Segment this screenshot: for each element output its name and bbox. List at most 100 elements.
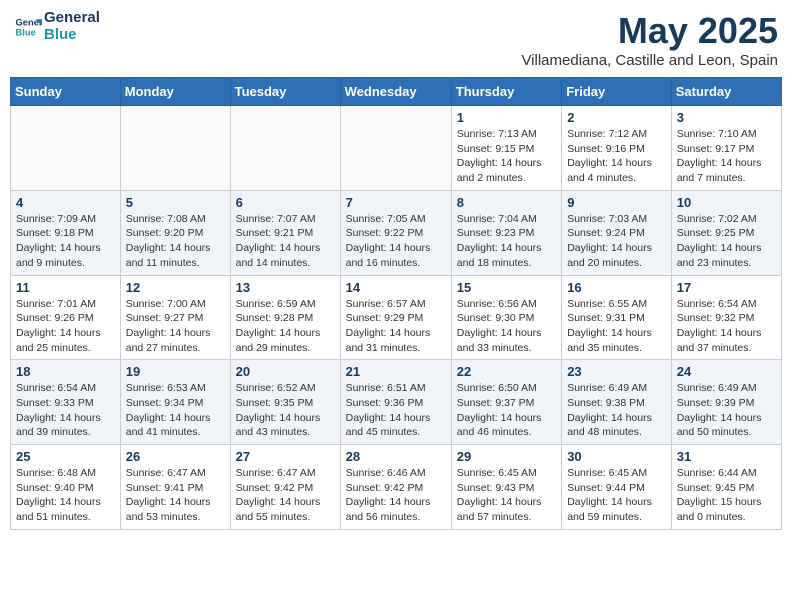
calendar-week-row: 4 Sunrise: 7:09 AMSunset: 9:18 PMDaylight… xyxy=(11,190,782,275)
calendar-day-3: 3Sunrise: 7:10 AMSunset: 9:17 PMDaylight… xyxy=(671,106,781,191)
calendar-day-28: 28 Sunrise: 6:46 AMSunset: 9:42 PMDayligh… xyxy=(340,445,451,530)
calendar-day-10: 10 Sunrise: 7:02 AMSunset: 9:25 PMDayligh… xyxy=(671,190,781,275)
day-info: Sunrise: 6:51 AMSunset: 9:36 PMDaylight:… xyxy=(346,381,446,440)
calendar-day-7: 7Sunrise: 7:05 AMSunset: 9:22 PMDaylight… xyxy=(340,190,451,275)
location-subtitle: Villamediana, Castille and Leon, Spain xyxy=(521,52,778,69)
calendar-week-row: 1 Sunrise: 7:13 AMSunset: 9:15 PMDaylight… xyxy=(11,106,782,191)
calendar-day-13: 13 Sunrise: 6:59 AMSunset: 9:28 PMDayligh… xyxy=(230,275,340,360)
day-info: Sunrise: 6:54 AMSunset: 9:32 PMDaylight:… xyxy=(677,297,776,356)
day-number: 16 xyxy=(567,280,666,295)
day-number: 14 xyxy=(346,280,446,295)
day-number: 4 xyxy=(16,195,115,210)
month-title: May 2025 xyxy=(521,10,778,52)
day-number: 20 xyxy=(236,364,335,379)
day-info: Sunrise: 7:07 AMSunset: 9:21 PMDaylight:… xyxy=(236,212,335,271)
calendar-empty-cell xyxy=(230,106,340,191)
weekday-header-thursday: Thursday xyxy=(451,78,561,106)
day-info: Sunrise: 7:04 AMSunset: 9:23 PMDaylight:… xyxy=(457,212,556,271)
weekday-header-row: SundayMondayTuesdayWednesdayThursdayFrid… xyxy=(11,78,782,106)
weekday-header-friday: Friday xyxy=(562,78,672,106)
day-info: Sunrise: 6:45 AMSunset: 9:43 PMDaylight:… xyxy=(457,466,556,525)
day-number: 31 xyxy=(677,449,776,464)
day-number: 10 xyxy=(677,195,776,210)
calendar-empty-cell xyxy=(340,106,451,191)
day-info: Sunrise: 7:01 AMSunset: 9:26 PMDaylight:… xyxy=(16,297,115,356)
day-info: Sunrise: 6:57 AMSunset: 9:29 PMDaylight:… xyxy=(346,297,446,356)
day-number: 29 xyxy=(457,449,556,464)
day-number: 13 xyxy=(236,280,335,295)
day-number: 17 xyxy=(677,280,776,295)
day-number: 25 xyxy=(16,449,115,464)
calendar-day-4: 4 Sunrise: 7:09 AMSunset: 9:18 PMDaylight… xyxy=(11,190,121,275)
calendar-day-18: 18 Sunrise: 6:54 AMSunset: 9:33 PMDayligh… xyxy=(11,360,121,445)
day-info: Sunrise: 6:55 AMSunset: 9:31 PMDaylight:… xyxy=(567,297,666,356)
day-info: Sunrise: 6:50 AMSunset: 9:37 PMDaylight:… xyxy=(457,381,556,440)
day-info: Sunrise: 6:52 AMSunset: 9:35 PMDaylight:… xyxy=(236,381,335,440)
calendar-day-15: 15Sunrise: 6:56 AMSunset: 9:30 PMDayligh… xyxy=(451,275,561,360)
calendar-day-14: 14 Sunrise: 6:57 AMSunset: 9:29 PMDayligh… xyxy=(340,275,451,360)
calendar-day-30: 30Sunrise: 6:45 AMSunset: 9:44 PMDayligh… xyxy=(562,445,672,530)
day-info: Sunrise: 6:45 AMSunset: 9:44 PMDaylight:… xyxy=(567,466,666,525)
day-info: Sunrise: 7:13 AMSunset: 9:15 PMDaylight:… xyxy=(457,127,556,186)
day-number: 15 xyxy=(457,280,556,295)
day-info: Sunrise: 6:46 AMSunset: 9:42 PMDaylight:… xyxy=(346,466,446,525)
calendar-day-17: 17 Sunrise: 6:54 AMSunset: 9:32 PMDayligh… xyxy=(671,275,781,360)
day-info: Sunrise: 7:02 AMSunset: 9:25 PMDaylight:… xyxy=(677,212,776,271)
day-info: Sunrise: 6:53 AMSunset: 9:34 PMDaylight:… xyxy=(126,381,225,440)
logo: General Blue General Blue xyxy=(14,10,100,43)
day-number: 21 xyxy=(346,364,446,379)
day-number: 8 xyxy=(457,195,556,210)
calendar-day-12: 12Sunrise: 7:00 AMSunset: 9:27 PMDayligh… xyxy=(120,275,230,360)
calendar-day-22: 22 Sunrise: 6:50 AMSunset: 9:37 PMDayligh… xyxy=(451,360,561,445)
title-area: May 2025 Villamediana, Castille and Leon… xyxy=(521,10,778,69)
calendar-day-6: 6 Sunrise: 7:07 AMSunset: 9:21 PMDaylight… xyxy=(230,190,340,275)
calendar-table: SundayMondayTuesdayWednesdayThursdayFrid… xyxy=(10,77,782,530)
day-number: 18 xyxy=(16,364,115,379)
calendar-day-29: 29 Sunrise: 6:45 AMSunset: 9:43 PMDayligh… xyxy=(451,445,561,530)
calendar-day-27: 27Sunrise: 6:47 AMSunset: 9:42 PMDayligh… xyxy=(230,445,340,530)
calendar-day-21: 21 Sunrise: 6:51 AMSunset: 9:36 PMDayligh… xyxy=(340,360,451,445)
day-info: Sunrise: 6:48 AMSunset: 9:40 PMDaylight:… xyxy=(16,466,115,525)
calendar-week-row: 25 Sunrise: 6:48 AMSunset: 9:40 PMDayligh… xyxy=(11,445,782,530)
day-number: 1 xyxy=(457,110,556,125)
calendar-day-26: 26 Sunrise: 6:47 AMSunset: 9:41 PMDayligh… xyxy=(120,445,230,530)
calendar-day-25: 25 Sunrise: 6:48 AMSunset: 9:40 PMDayligh… xyxy=(11,445,121,530)
calendar-day-31: 31 Sunrise: 6:44 AMSunset: 9:45 PMDayligh… xyxy=(671,445,781,530)
day-info: Sunrise: 7:12 AMSunset: 9:16 PMDaylight:… xyxy=(567,127,666,186)
calendar-day-2: 2 Sunrise: 7:12 AMSunset: 9:16 PMDaylight… xyxy=(562,106,672,191)
day-info: Sunrise: 6:47 AMSunset: 9:41 PMDaylight:… xyxy=(126,466,225,525)
calendar-day-24: 24Sunrise: 6:49 AMSunset: 9:39 PMDayligh… xyxy=(671,360,781,445)
day-info: Sunrise: 7:03 AMSunset: 9:24 PMDaylight:… xyxy=(567,212,666,271)
day-info: Sunrise: 7:05 AMSunset: 9:22 PMDaylight:… xyxy=(346,212,446,271)
weekday-header-tuesday: Tuesday xyxy=(230,78,340,106)
calendar-day-19: 19 Sunrise: 6:53 AMSunset: 9:34 PMDayligh… xyxy=(120,360,230,445)
day-info: Sunrise: 7:09 AMSunset: 9:18 PMDaylight:… xyxy=(16,212,115,271)
calendar-empty-cell xyxy=(11,106,121,191)
day-number: 3 xyxy=(677,110,776,125)
svg-text:General: General xyxy=(16,17,42,27)
day-number: 2 xyxy=(567,110,666,125)
day-number: 28 xyxy=(346,449,446,464)
logo-blue: Blue xyxy=(44,27,100,44)
day-number: 19 xyxy=(126,364,225,379)
day-info: Sunrise: 7:08 AMSunset: 9:20 PMDaylight:… xyxy=(126,212,225,271)
svg-text:Blue: Blue xyxy=(16,27,36,37)
day-number: 6 xyxy=(236,195,335,210)
weekday-header-monday: Monday xyxy=(120,78,230,106)
day-number: 23 xyxy=(567,364,666,379)
logo-icon: General Blue xyxy=(14,13,42,41)
logo-general: General xyxy=(44,10,100,27)
calendar-day-23: 23 Sunrise: 6:49 AMSunset: 9:38 PMDayligh… xyxy=(562,360,672,445)
calendar-day-11: 11Sunrise: 7:01 AMSunset: 9:26 PMDayligh… xyxy=(11,275,121,360)
calendar-day-16: 16 Sunrise: 6:55 AMSunset: 9:31 PMDayligh… xyxy=(562,275,672,360)
day-info: Sunrise: 6:44 AMSunset: 9:45 PMDaylight:… xyxy=(677,466,776,525)
day-info: Sunrise: 6:59 AMSunset: 9:28 PMDaylight:… xyxy=(236,297,335,356)
day-number: 22 xyxy=(457,364,556,379)
day-info: Sunrise: 6:54 AMSunset: 9:33 PMDaylight:… xyxy=(16,381,115,440)
calendar-week-row: 11Sunrise: 7:01 AMSunset: 9:26 PMDayligh… xyxy=(11,275,782,360)
day-number: 26 xyxy=(126,449,225,464)
day-number: 27 xyxy=(236,449,335,464)
calendar-day-9: 9Sunrise: 7:03 AMSunset: 9:24 PMDaylight… xyxy=(562,190,672,275)
day-info: Sunrise: 6:49 AMSunset: 9:38 PMDaylight:… xyxy=(567,381,666,440)
weekday-header-wednesday: Wednesday xyxy=(340,78,451,106)
